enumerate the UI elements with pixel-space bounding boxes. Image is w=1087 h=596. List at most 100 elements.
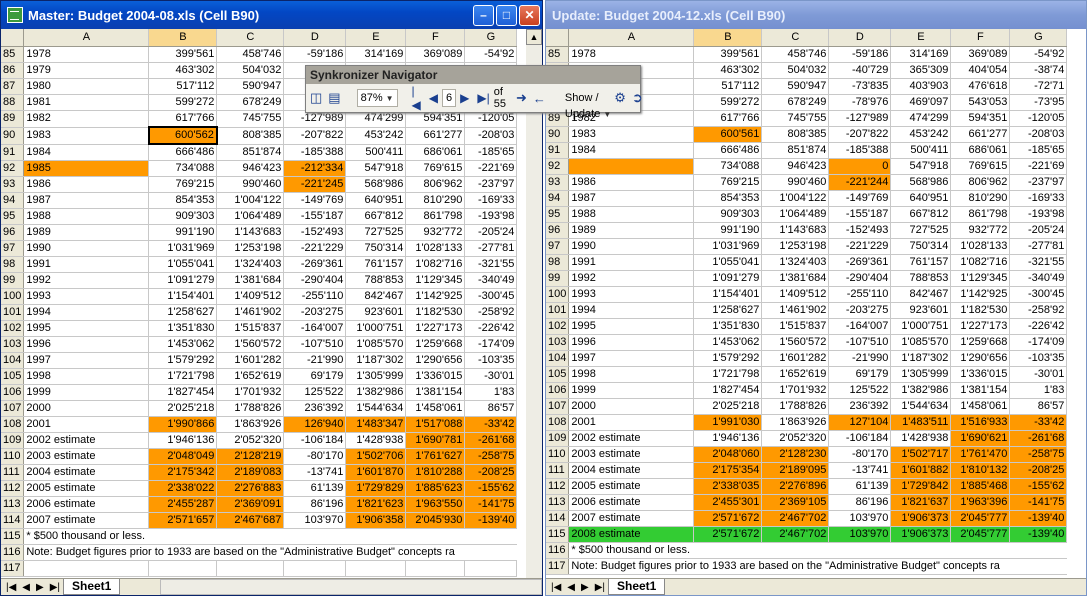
cell-value[interactable]: 678'249: [216, 94, 285, 111]
cell-value[interactable]: 750'314: [890, 238, 952, 255]
cell-value[interactable]: 1'721'798: [148, 368, 218, 385]
cell-value[interactable]: -237'97: [464, 176, 518, 193]
cell-value[interactable]: 1'906'373: [890, 510, 952, 527]
cell-value[interactable]: 1'701'932: [216, 384, 285, 401]
cell-label[interactable]: 1986: [568, 174, 695, 191]
cell-value[interactable]: 1'810'288: [405, 464, 466, 481]
cell-value[interactable]: 661'277: [950, 126, 1011, 143]
cell-value[interactable]: 686'061: [405, 144, 466, 161]
cell-value[interactable]: -207'822: [283, 127, 347, 145]
cell-label[interactable]: 2005 estimate: [568, 478, 695, 495]
cell-value[interactable]: 991'190: [693, 222, 763, 239]
column-header-b[interactable]: B: [148, 29, 218, 47]
cell-value[interactable]: 1'453'062: [148, 336, 218, 353]
row-header[interactable]: 98: [1, 256, 25, 273]
close-icon[interactable]: ✕: [519, 4, 540, 26]
cell-value[interactable]: 1'031'969: [693, 238, 763, 255]
prev-sheet-icon[interactable]: ◀: [567, 582, 575, 593]
cell-value[interactable]: -208'03: [1009, 126, 1068, 143]
cell-value[interactable]: 1'729'829: [345, 480, 407, 497]
row-header[interactable]: 115: [546, 526, 570, 543]
cell-value[interactable]: -103'35: [464, 352, 518, 369]
cell-value[interactable]: 1'351'830: [693, 318, 763, 335]
cell-value[interactable]: 1'458'061: [405, 400, 466, 417]
cell-value[interactable]: 1'182'530: [950, 302, 1011, 319]
cell-value[interactable]: -139'40: [1009, 526, 1068, 543]
cell-value[interactable]: 2'128'219: [216, 448, 285, 465]
cell-value[interactable]: 932'772: [405, 224, 466, 241]
cell-value[interactable]: 2'048'060: [693, 446, 763, 463]
cell-value[interactable]: 1'906'358: [345, 512, 407, 529]
cell-value[interactable]: -120'05: [1009, 110, 1068, 127]
row-header[interactable]: 85: [1, 46, 25, 63]
cell-value[interactable]: 1'516'933: [950, 414, 1011, 431]
row-header[interactable]: 107: [1, 400, 25, 417]
column-header-b[interactable]: B: [693, 29, 763, 47]
cell-label[interactable]: 2001: [23, 416, 150, 433]
cell-value[interactable]: 1'154'401: [693, 286, 763, 303]
cell-value[interactable]: 369'089: [950, 46, 1011, 63]
cell-value[interactable]: 761'157: [345, 256, 407, 273]
cell-value[interactable]: 734'088: [148, 160, 218, 177]
cell-label[interactable]: 1986: [23, 176, 150, 193]
cell-value[interactable]: -261'68: [464, 432, 518, 449]
cell-value[interactable]: 851'874: [761, 142, 830, 159]
column-header-c[interactable]: C: [216, 29, 285, 47]
cell-value[interactable]: 69'179: [283, 368, 347, 385]
cell-value[interactable]: 617'766: [693, 110, 763, 127]
cell-value[interactable]: 667'812: [345, 208, 407, 225]
cell-value[interactable]: 463'302: [693, 62, 763, 79]
cell-value[interactable]: 1'324'403: [761, 254, 830, 271]
cell-label[interactable]: 2007 estimate: [23, 512, 150, 529]
cell-value[interactable]: 2'467'702: [761, 510, 830, 527]
cell-value[interactable]: 1'906'373: [890, 526, 952, 543]
cell-value[interactable]: 1'515'837: [761, 318, 830, 335]
cell-value[interactable]: -221'244: [828, 174, 892, 191]
cell-value[interactable]: 2'571'672: [693, 510, 763, 527]
cell-value[interactable]: 61'139: [283, 480, 347, 497]
cell-value[interactable]: 1'154'401: [148, 288, 218, 305]
cell-label[interactable]: 1990: [568, 238, 695, 255]
cell-value[interactable]: 2'045'777: [950, 510, 1011, 527]
cell-value[interactable]: 1'382'986: [890, 382, 952, 399]
cell-label[interactable]: [568, 158, 695, 175]
column-header-a[interactable]: A: [23, 29, 150, 47]
cell-label[interactable]: 1987: [568, 190, 695, 207]
cell-value[interactable]: -13'741: [283, 464, 347, 481]
row-header[interactable]: 94: [546, 190, 570, 207]
cell-value[interactable]: 1'810'132: [950, 462, 1011, 479]
cell-value[interactable]: 909'303: [148, 208, 218, 225]
cell-value[interactable]: 1'085'570: [890, 334, 952, 351]
row-header[interactable]: 96: [546, 222, 570, 239]
cell-value[interactable]: 2'467'702: [761, 526, 830, 543]
cell-value[interactable]: 1'082'716: [405, 256, 466, 273]
cell-value[interactable]: 666'486: [693, 142, 763, 159]
cell-value[interactable]: -258'92: [1009, 302, 1068, 319]
cell-value[interactable]: 69'179: [828, 366, 892, 383]
cell-label[interactable]: 1994: [23, 304, 150, 321]
cell-value[interactable]: 991'190: [148, 224, 218, 241]
cell-value[interactable]: -169'33: [1009, 190, 1068, 207]
cell-value[interactable]: 399'561: [148, 46, 218, 63]
cell-value[interactable]: -174'09: [1009, 334, 1068, 351]
cell-value[interactable]: -237'97: [1009, 174, 1068, 191]
cell-label[interactable]: 1989: [23, 224, 150, 241]
cell-value[interactable]: 2'189'095: [761, 462, 830, 479]
cell-value[interactable]: 661'277: [405, 127, 466, 145]
column-header-e[interactable]: E: [345, 29, 407, 47]
cell-value[interactable]: 1'351'830: [148, 320, 218, 337]
cell-value[interactable]: 1'004'122: [761, 190, 830, 207]
cell-value[interactable]: -221'69: [464, 160, 518, 177]
cell-value[interactable]: 103'970: [828, 510, 892, 527]
cell-value[interactable]: 1'863'926: [761, 414, 830, 431]
cell-label[interactable]: [23, 560, 150, 577]
cell-value[interactable]: -258'75: [1009, 446, 1068, 463]
prev-sheet-icon[interactable]: ◀: [22, 582, 30, 593]
cell-value[interactable]: 127'104: [828, 414, 892, 431]
minimize-icon[interactable]: –: [473, 4, 494, 26]
cell-value[interactable]: 568'986: [345, 176, 407, 193]
row-header[interactable]: 111: [1, 464, 25, 481]
cell-value[interactable]: 236'392: [283, 400, 347, 417]
cell-value[interactable]: 769'215: [148, 176, 218, 193]
cell-value[interactable]: 1'055'041: [693, 254, 763, 271]
